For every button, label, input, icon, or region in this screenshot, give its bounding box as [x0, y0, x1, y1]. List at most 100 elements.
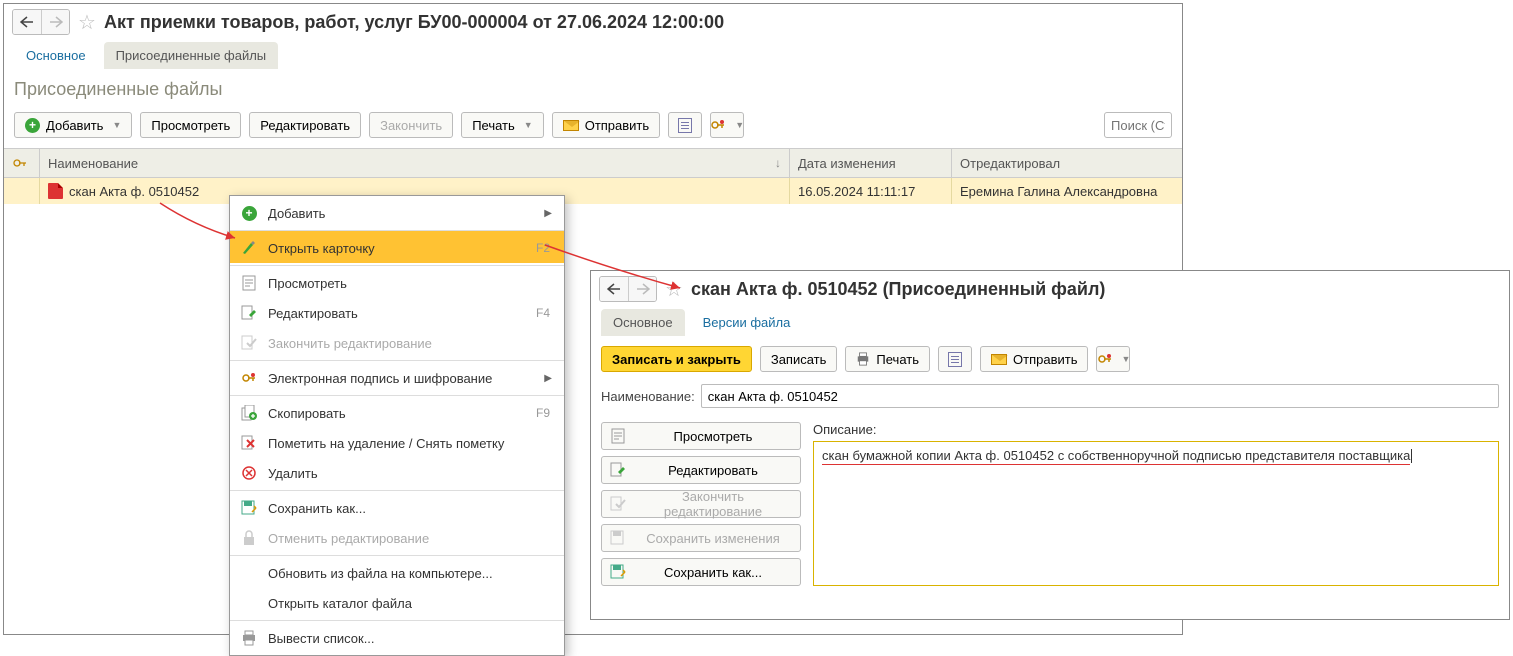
- tab-main[interactable]: Основное: [14, 42, 98, 69]
- action-save-as[interactable]: Сохранить как...: [601, 558, 801, 586]
- key-icon: [710, 117, 726, 133]
- page-title: Акт приемки товаров, работ, услуг БУ00-0…: [104, 12, 724, 33]
- forward-button[interactable]: [628, 277, 656, 301]
- print-button[interactable]: Печать ▼: [461, 112, 544, 138]
- tab-main[interactable]: Основное: [601, 309, 685, 336]
- toolbar: +Добавить▼ Просмотреть Редактировать Зак…: [4, 108, 1182, 148]
- description-input[interactable]: скан бумажной копии Акта ф. 0510452 с со…: [813, 441, 1499, 586]
- tabs: Основное Версии файла: [591, 307, 1509, 336]
- save-icon: [610, 530, 626, 546]
- table-row[interactable]: скан Акта ф. 0510452 16.05.2024 11:11:17…: [4, 178, 1182, 204]
- ctx-delete[interactable]: Удалить: [230, 458, 564, 488]
- titlebar: ☆ Акт приемки товаров, работ, услуг БУ00…: [4, 4, 1182, 40]
- submenu-arrow-icon: ▶: [544, 373, 552, 384]
- action-finish-edit: Закончить редактирование: [601, 490, 801, 518]
- header-key-col[interactable]: [4, 149, 40, 177]
- name-input[interactable]: [701, 384, 1499, 408]
- description-label: Описание:: [813, 422, 1499, 437]
- cell-icon: [4, 178, 40, 204]
- ctx-output-list[interactable]: Вывести список...: [230, 620, 564, 653]
- document-icon: [948, 352, 962, 367]
- ctx-edit[interactable]: РедактироватьF4: [230, 298, 564, 328]
- header-name[interactable]: Наименование↓: [40, 149, 790, 177]
- toolbar: Записать и закрыть Записать Печать Отпра…: [591, 336, 1509, 378]
- ctx-mark-delete[interactable]: Пометить на удаление / Снять пометку: [230, 428, 564, 458]
- doc-button[interactable]: [938, 346, 972, 372]
- save-button[interactable]: Записать: [760, 346, 838, 372]
- printer-icon: [240, 629, 258, 647]
- back-button[interactable]: [600, 277, 628, 301]
- files-table: Наименование↓ Дата изменения Отредактиро…: [4, 148, 1182, 204]
- mark-delete-icon: [240, 434, 258, 452]
- context-menu: +Добавить▶ Открыть карточкуF2 Просмотрет…: [229, 195, 565, 656]
- send-button[interactable]: Отправить: [552, 112, 660, 138]
- cell-date: 16.05.2024 11:11:17: [790, 178, 952, 204]
- key-icon: [1097, 351, 1113, 367]
- ctx-save-as[interactable]: Сохранить как...: [230, 490, 564, 523]
- plus-icon: +: [242, 206, 257, 221]
- save-close-button[interactable]: Записать и закрыть: [601, 346, 752, 372]
- header-editor[interactable]: Отредактировал: [952, 149, 1182, 177]
- save-as-icon: [610, 564, 626, 580]
- finish-edit-icon: [240, 334, 258, 352]
- nav-buttons: [599, 276, 657, 302]
- table-header: Наименование↓ Дата изменения Отредактиро…: [4, 149, 1182, 178]
- action-edit[interactable]: Редактировать: [601, 456, 801, 484]
- forward-button[interactable]: [41, 10, 69, 34]
- chevron-down-icon: ▼: [112, 120, 121, 130]
- action-save-changes: Сохранить изменения: [601, 524, 801, 552]
- send-button-label: Отправить: [585, 118, 649, 133]
- mail-icon: [563, 120, 579, 131]
- ctx-sign[interactable]: Электронная подпись и шифрование▶: [230, 360, 564, 393]
- doc-button[interactable]: [668, 112, 702, 138]
- ctx-cancel-edit: Отменить редактирование: [230, 523, 564, 553]
- tabs: Основное Присоединенные файлы: [4, 40, 1182, 69]
- sign-button[interactable]: ▼: [710, 112, 744, 138]
- chevron-down-icon: ▼: [524, 120, 533, 130]
- header-date[interactable]: Дата изменения: [790, 149, 952, 177]
- print-button-label: Печать: [876, 352, 919, 367]
- chevron-down-icon: ▼: [1122, 354, 1131, 364]
- delete-icon: [240, 464, 258, 482]
- edit-icon: [610, 462, 626, 478]
- pencil-icon: [240, 239, 258, 257]
- titlebar: ☆ скан Акта ф. 0510452 (Присоединенный ф…: [591, 271, 1509, 307]
- add-button[interactable]: +Добавить▼: [14, 112, 132, 138]
- ctx-open-dir[interactable]: Открыть каталог файла: [230, 588, 564, 618]
- chevron-down-icon: ▼: [735, 120, 744, 130]
- view-button[interactable]: Просмотреть: [140, 112, 241, 138]
- key-icon: [12, 155, 28, 171]
- print-button-label: Печать: [472, 118, 515, 133]
- action-view[interactable]: Просмотреть: [601, 422, 801, 450]
- send-button[interactable]: Отправить: [980, 346, 1088, 372]
- finish-edit-icon: [610, 496, 626, 512]
- name-row: Наименование:: [591, 378, 1509, 414]
- section-heading: Присоединенные файлы: [4, 69, 1182, 108]
- pdf-icon: [48, 183, 63, 199]
- tab-versions[interactable]: Версии файла: [691, 309, 803, 336]
- sort-icon: ↓: [775, 156, 781, 170]
- tab-attached-files[interactable]: Присоединенные файлы: [104, 42, 279, 69]
- save-as-icon: [240, 499, 258, 517]
- main-area: Просмотреть Редактировать Закончить реда…: [591, 414, 1509, 594]
- copy-icon: [240, 404, 258, 422]
- ctx-copy[interactable]: СкопироватьF9: [230, 395, 564, 428]
- document-icon: [678, 118, 692, 133]
- search-input[interactable]: [1104, 112, 1172, 138]
- sign-button[interactable]: ▼: [1096, 346, 1130, 372]
- finish-button: Закончить: [369, 112, 453, 138]
- nav-buttons: [12, 9, 70, 35]
- ctx-open-card[interactable]: Открыть карточкуF2: [230, 230, 564, 263]
- print-button[interactable]: Печать: [845, 346, 930, 372]
- window-file-card: ☆ скан Акта ф. 0510452 (Присоединенный ф…: [590, 270, 1510, 620]
- edit-button[interactable]: Редактировать: [249, 112, 361, 138]
- ctx-view[interactable]: Просмотреть: [230, 265, 564, 298]
- ctx-update-from-file[interactable]: Обновить из файла на компьютере...: [230, 555, 564, 588]
- star-icon[interactable]: ☆: [663, 278, 685, 300]
- actions-column: Просмотреть Редактировать Закончить реда…: [601, 422, 801, 586]
- ctx-add[interactable]: +Добавить▶: [230, 198, 564, 228]
- back-button[interactable]: [13, 10, 41, 34]
- document-icon: [240, 274, 258, 292]
- star-icon[interactable]: ☆: [76, 11, 98, 33]
- key-icon: [240, 369, 258, 387]
